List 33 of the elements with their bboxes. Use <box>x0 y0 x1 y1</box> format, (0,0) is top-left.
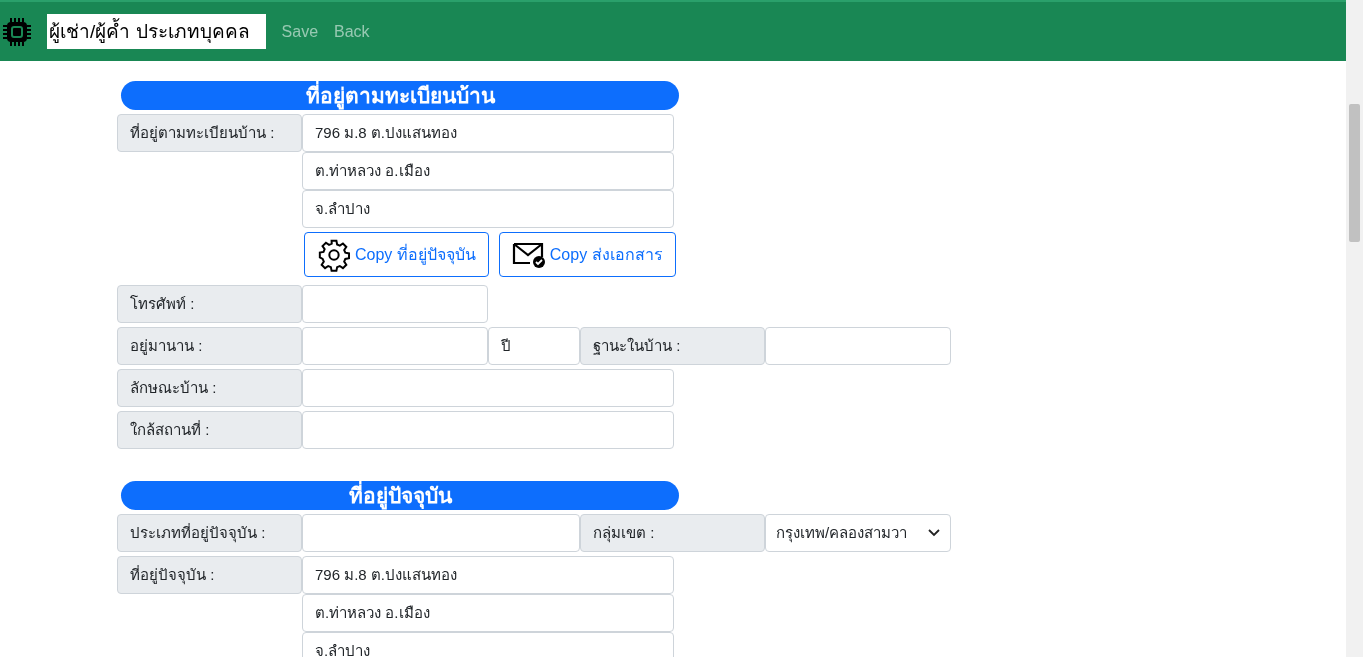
page-title: ผู้เช่า/ผู้ค้ำ ประเภทบุคคล <box>47 14 266 49</box>
input-field[interactable] <box>302 514 580 552</box>
field-label: ใกล้สถานที่ : <box>117 411 302 449</box>
input-field[interactable]: 796 ม.8 ต.ปงแสนทอง <box>302 556 674 594</box>
field-label: กลุ่มเขต : <box>580 514 765 552</box>
dropdown-select[interactable]: กรุงเทพ/คลองสามวา <box>765 514 951 552</box>
field-label: ฐานะในบ้าน : <box>580 327 765 365</box>
input-field[interactable] <box>302 327 488 365</box>
input-field[interactable]: ต.ท่าหลวง อ.เมือง <box>302 152 674 190</box>
input-field[interactable]: จ.ลำปาง <box>302 190 674 228</box>
field-label: ที่อยู่ปัจจุบัน : <box>117 556 302 594</box>
field-label: ลักษณะบ้าน : <box>117 369 302 407</box>
section-heading: ที่อยู่ตามทะเบียนบ้าน <box>121 81 679 110</box>
field-label: ที่อยู่ตามทะเบียนบ้าน : <box>117 114 302 152</box>
chip-icon[interactable] <box>1 15 33 48</box>
scrollbar-thumb[interactable] <box>1349 104 1360 242</box>
field-label: อยู่มานาน : <box>117 327 302 365</box>
mail-check-icon <box>511 240 546 269</box>
input-field[interactable]: 796 ม.8 ต.ปงแสนทอง <box>302 114 674 152</box>
input-field[interactable] <box>302 285 488 323</box>
input-field[interactable]: จ.ลำปาง <box>302 632 674 657</box>
input-field[interactable]: ต.ท่าหลวง อ.เมือง <box>302 594 674 632</box>
input-field[interactable] <box>765 327 951 365</box>
field-label: ประเภทที่อยู่ปัจจุบัน : <box>117 514 302 552</box>
section-heading: ที่อยู่ปัจจุบัน <box>121 481 679 510</box>
copy-button[interactable]: Copy ที่อยู่ปัจจุบัน <box>304 232 489 277</box>
gear-icon <box>317 237 351 272</box>
chevron-down-icon <box>928 529 940 537</box>
input-field[interactable] <box>302 369 674 407</box>
input-field[interactable] <box>302 411 674 449</box>
copy-button[interactable]: Copy ส่งเอกสาร <box>498 232 676 277</box>
field-label: โทรศัพท์ : <box>117 285 302 323</box>
scrollbar[interactable] <box>1346 0 1363 657</box>
